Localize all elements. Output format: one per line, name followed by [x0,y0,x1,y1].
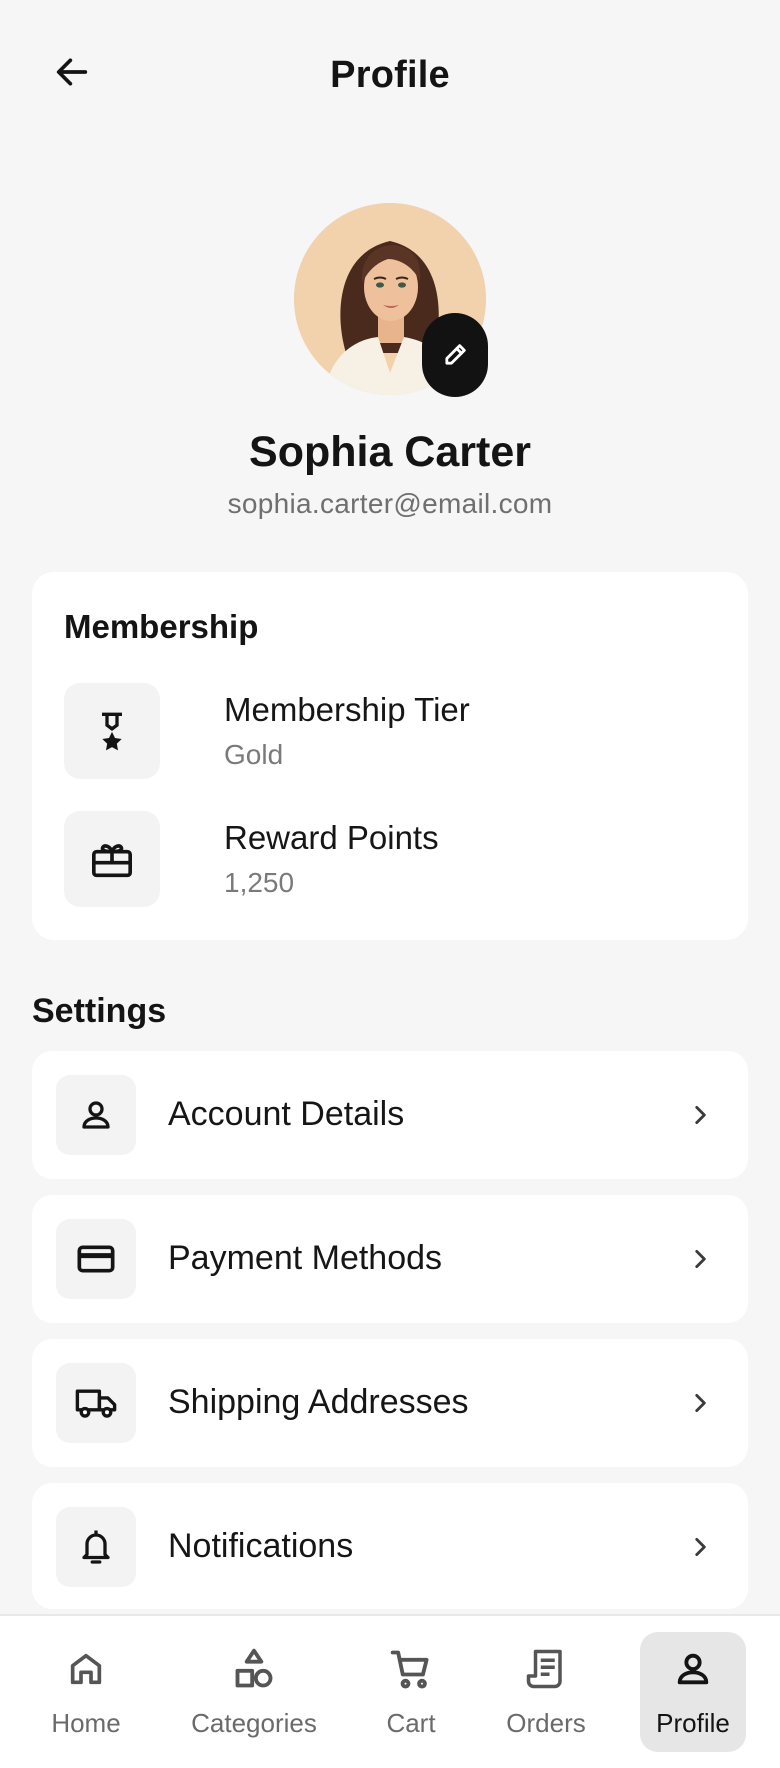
chevron-right-icon [680,1239,720,1279]
nav-item-categories[interactable]: Categories [180,1632,328,1752]
avatar-container [294,203,488,397]
settings-item-label: Payment Methods [168,1239,443,1277]
settings-item-notifications[interactable]: Notifications [32,1483,748,1609]
settings-item-shipping-addresses[interactable]: Shipping Addresses [32,1339,748,1467]
membership-tier-row: Membership Tier Gold [64,683,714,779]
person-icon [82,1101,110,1129]
truck-icon [75,1389,117,1418]
reward-points-row: Reward Points 1,250 [64,811,714,907]
nav-item-profile[interactable]: Profile [640,1632,746,1752]
nav-label-home: Home [51,1708,121,1738]
home-icon [70,1653,102,1685]
edit-avatar-button[interactable] [422,313,488,397]
medal-icon-box [64,683,160,779]
app-header: Profile [0,0,780,160]
settings-item-account-details[interactable]: Account Details [32,1051,748,1179]
truck-icon-box [56,1363,136,1443]
categories-icon [235,1648,273,1688]
nav-item-cart[interactable]: Cart [366,1632,456,1752]
membership-tier-label: Membership Tier [224,691,470,728]
membership-card: Membership Membership Tier Gold Reward P… [32,572,748,940]
settings-item-label: Shipping Addresses [168,1383,469,1421]
cart-icon [390,1650,429,1689]
credit-card-icon [77,1245,115,1273]
gift-card-icon [92,844,132,878]
chevron-right-icon [680,1383,720,1423]
bell-icon-box [56,1507,136,1587]
medal-icon [102,712,122,751]
settings-item-label: Notifications [168,1527,354,1565]
nav-label-categories: Categories [191,1708,317,1738]
receipt-icon [526,1649,562,1689]
membership-title: Membership [64,608,259,645]
pencil-icon [445,344,466,365]
settings-item-payment-methods[interactable]: Payment Methods [32,1195,748,1323]
bell-icon [82,1530,110,1564]
gift-card-icon-box [64,811,160,907]
person-icon-box [56,1075,136,1155]
settings-title: Settings [32,992,167,1030]
settings-item-label: Account Details [168,1095,405,1133]
nav-label-profile: Profile [656,1708,730,1738]
reward-points-value: 1,250 [224,867,295,898]
chevron-right-icon [680,1095,720,1135]
nav-label-cart: Cart [386,1708,436,1738]
user-name: Sophia Carter [249,428,531,476]
nav-label-orders: Orders [506,1708,586,1738]
profile-screen: Profile Sophia Carter sophia.carter@emai… [0,0,780,1768]
credit-card-icon-box [56,1219,136,1299]
person-icon [677,1653,709,1685]
nav-item-home[interactable]: Home [30,1632,142,1752]
chevron-right-icon [680,1527,720,1567]
bottom-navigation: Home Categories Cart Orders Profile [0,1614,780,1768]
nav-item-orders[interactable]: Orders [496,1632,596,1752]
membership-tier-value: Gold [224,739,284,770]
user-email: sophia.carter@email.com [227,488,553,519]
reward-points-label: Reward Points [224,819,439,856]
page-title: Profile [330,54,450,96]
